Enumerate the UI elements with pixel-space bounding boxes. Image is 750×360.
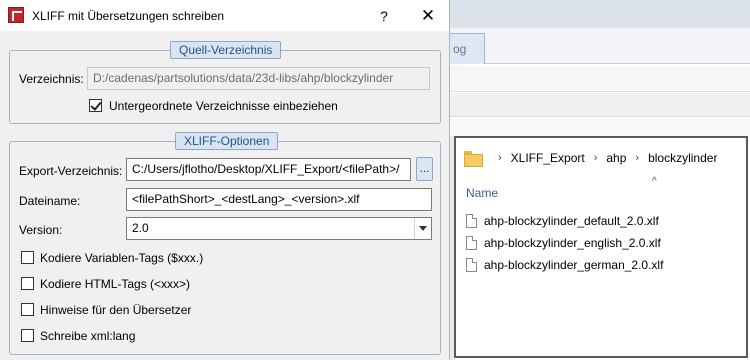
breadcrumb-item[interactable]: XLIFF_Export <box>511 151 585 165</box>
file-explorer-panel: › XLIFF_Export › ahp › blockzylinder ^ N… <box>454 136 748 358</box>
file-icon <box>466 258 477 272</box>
encode-variable-tags-checkbox[interactable] <box>21 251 34 264</box>
background-toolbar <box>440 66 750 92</box>
filename-field[interactable]: <filePathShort>_<destLang>_<version>.xlf <box>126 188 432 211</box>
breadcrumb-item[interactable]: ahp <box>606 151 626 165</box>
breadcrumb[interactable]: › XLIFF_Export › ahp › blockzylinder <box>464 145 717 171</box>
encode-variable-tags-label[interactable]: Kodiere Variablen-Tags ($xxx.) <box>40 251 203 265</box>
version-value: 2.0 <box>132 221 149 235</box>
source-group-legend: Quell-Verzeichnis <box>170 41 282 59</box>
translator-notes-checkbox[interactable] <box>21 303 34 316</box>
dialog-title: XLIFF mit Übersetzungen schreiben <box>32 9 225 23</box>
file-name: ahp-blockzylinder_english_2.0.xlf <box>484 236 661 250</box>
column-header-name[interactable]: Name <box>466 186 498 200</box>
include-subdirectories-label[interactable]: Untergeordnete Verzeichnisse einbeziehen <box>109 99 338 113</box>
chevron-right-icon[interactable]: › <box>594 152 598 164</box>
write-xml-lang-label[interactable]: Schreibe xml:lang <box>40 329 135 343</box>
write-xml-lang-checkbox[interactable] <box>21 329 34 342</box>
xliff-dialog: XLIFF mit Übersetzungen schreiben ? ✕ Qu… <box>0 0 450 360</box>
file-name: ahp-blockzylinder_default_2.0.xlf <box>484 214 659 228</box>
encode-html-tags-checkbox[interactable] <box>21 277 34 290</box>
translator-notes-label[interactable]: Hinweise für den Übersetzer <box>40 303 191 317</box>
folder-icon <box>464 151 483 167</box>
encode-html-tags-label[interactable]: Kodiere HTML-Tags (<xxx>) <box>40 277 190 291</box>
list-item[interactable]: ahp-blockzylinder_german_2.0.xlf <box>466 258 663 272</box>
version-select[interactable]: 2.0 <box>126 217 432 240</box>
dropdown-arrow-icon[interactable] <box>414 218 431 239</box>
title-bar: XLIFF mit Übersetzungen schreiben ? ✕ <box>0 0 449 31</box>
export-directory-label: Export-Verzeichnis: <box>19 164 123 178</box>
background-tab-label: og <box>453 42 467 56</box>
export-directory-field[interactable]: C:/Users/jflotho/Desktop/XLIFF_Export/<f… <box>126 158 411 181</box>
list-item[interactable]: ahp-blockzylinder_default_2.0.xlf <box>466 214 659 228</box>
app-icon <box>8 7 24 23</box>
background-header <box>440 0 750 28</box>
sort-caret-icon: ^ <box>652 176 657 187</box>
help-button[interactable]: ? <box>368 4 400 28</box>
browse-button[interactable]: ... <box>416 157 433 181</box>
close-button[interactable]: ✕ <box>412 4 444 28</box>
directory-label: Verzeichnis: <box>19 72 84 86</box>
include-subdirectories-checkbox[interactable] <box>89 99 102 112</box>
chevron-right-icon[interactable]: › <box>635 152 639 164</box>
breadcrumb-item[interactable]: blockzylinder <box>648 151 717 165</box>
xliff-group-legend: XLIFF-Optionen <box>175 132 279 150</box>
background-toolbar-secondary <box>440 93 750 117</box>
chevron-right-icon[interactable]: › <box>498 152 502 164</box>
xliff-options-group: XLIFF-Optionen Export-Verzeichnis: C:/Us… <box>9 132 441 355</box>
filename-label: Dateiname: <box>19 194 81 208</box>
background-strip <box>440 118 750 136</box>
source-directory-group: Quell-Verzeichnis Verzeichnis: D:/cadena… <box>9 41 441 124</box>
directory-field[interactable]: D:/cadenas/partsolutions/data/23d-libs/a… <box>87 67 430 90</box>
list-item[interactable]: ahp-blockzylinder_english_2.0.xlf <box>466 236 661 250</box>
file-icon <box>466 236 477 250</box>
file-icon <box>466 214 477 228</box>
background-tabstrip <box>440 28 750 64</box>
file-name: ahp-blockzylinder_german_2.0.xlf <box>484 258 664 272</box>
version-label: Version: <box>19 223 63 237</box>
